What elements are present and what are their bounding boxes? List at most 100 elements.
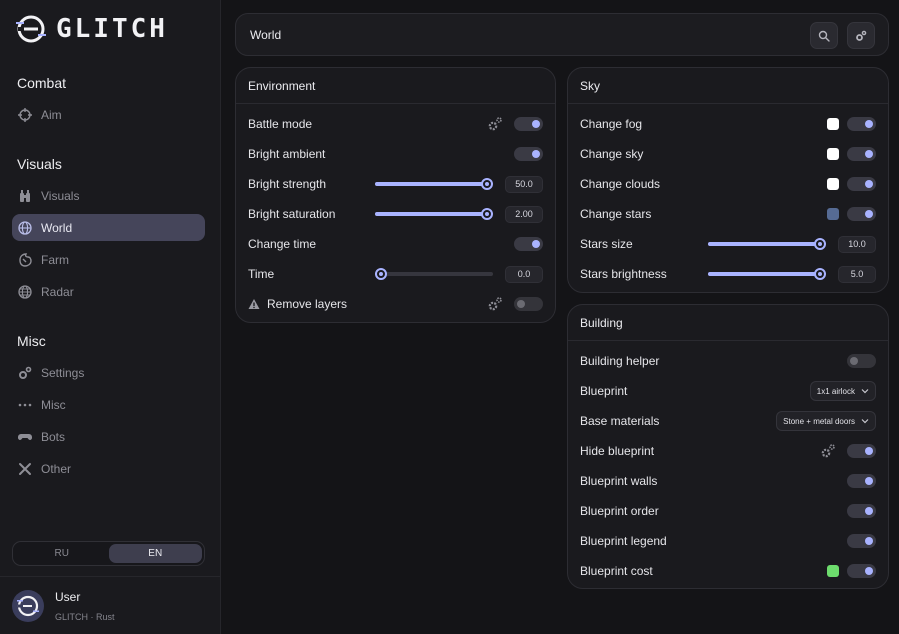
- bright-ambient-toggle[interactable]: [514, 147, 543, 161]
- setting-row-stars-brightness: Stars brightness 5.0: [580, 264, 876, 284]
- gears-icon[interactable]: [820, 443, 836, 459]
- stars-size-value[interactable]: 10.0: [838, 235, 876, 253]
- bright-saturation-slider[interactable]: [375, 207, 493, 221]
- setting-row-change-clouds: Change clouds: [580, 174, 876, 194]
- setting-row-blueprint-legend: Blueprint legend: [580, 531, 876, 551]
- slider-handle[interactable]: [814, 268, 826, 280]
- blueprint-legend-toggle[interactable]: [847, 534, 876, 548]
- sky-panel: Sky Change fog Change sky Change clouds …: [567, 67, 889, 293]
- select-value: Stone + metal doors: [783, 416, 855, 426]
- base-materials-select[interactable]: Stone + metal doors: [776, 411, 876, 431]
- time-slider[interactable]: [375, 267, 493, 281]
- setting-row-change-time: Change time: [248, 234, 543, 254]
- cost-color-swatch[interactable]: [827, 565, 839, 577]
- slider-handle[interactable]: [375, 268, 387, 280]
- section-title-combat: Combat: [17, 75, 67, 91]
- sidebar-item-label: Other: [41, 461, 72, 476]
- globe-icon: [18, 220, 32, 235]
- setting-label: Blueprint cost: [580, 564, 653, 578]
- sky-color-swatch[interactable]: [827, 148, 839, 160]
- topbar: World: [235, 13, 889, 56]
- panel-title: Sky: [568, 68, 888, 104]
- building-helper-toggle[interactable]: [847, 354, 876, 368]
- blueprint-order-toggle[interactable]: [847, 504, 876, 518]
- sidebar-item-label: Radar: [41, 284, 74, 299]
- building-panel: Building Building helper Blueprint 1x1 a…: [567, 304, 889, 589]
- ellipsis-icon: [18, 398, 32, 412]
- language-switch: RU EN: [12, 541, 205, 566]
- sidebar-item-misc[interactable]: Misc: [12, 391, 205, 418]
- setting-row-blueprint-order: Blueprint order: [580, 501, 876, 521]
- sidebar-item-label: World: [41, 220, 73, 235]
- setting-row-hide-blueprint: Hide blueprint: [580, 441, 876, 461]
- slider-handle[interactable]: [481, 178, 493, 190]
- avatar[interactable]: [12, 590, 44, 622]
- setting-row-change-sky: Change sky: [580, 144, 876, 164]
- chevron-down-icon: [861, 389, 869, 394]
- fog-color-swatch[interactable]: [827, 118, 839, 130]
- sidebar-item-aim[interactable]: Aim: [12, 101, 205, 128]
- stars-size-slider[interactable]: [708, 237, 826, 251]
- gears-icon[interactable]: [487, 296, 503, 312]
- sidebar-item-radar[interactable]: Radar: [12, 278, 205, 305]
- search-button[interactable]: [810, 22, 838, 49]
- change-sky-toggle[interactable]: [847, 147, 876, 161]
- sidebar-item-settings[interactable]: Settings: [12, 359, 205, 386]
- section-title-misc: Misc: [17, 333, 46, 349]
- battle-mode-toggle[interactable]: [514, 117, 543, 131]
- sidebar-item-bots[interactable]: Bots: [12, 423, 205, 450]
- setting-row-bright-ambient: Bright ambient: [248, 144, 543, 164]
- change-fog-toggle[interactable]: [847, 117, 876, 131]
- setting-label: Change stars: [580, 207, 652, 221]
- setting-label: Blueprint walls: [580, 474, 658, 488]
- change-time-toggle[interactable]: [514, 237, 543, 251]
- gears-icon: [18, 366, 32, 380]
- change-stars-toggle[interactable]: [847, 207, 876, 221]
- stars-brightness-slider[interactable]: [708, 267, 826, 281]
- blueprint-select[interactable]: 1x1 airlock: [809, 381, 876, 401]
- setting-row-remove-layers: Remove layers: [248, 294, 543, 314]
- bright-saturation-value[interactable]: 2.00: [505, 205, 543, 223]
- sidebar-item-farm[interactable]: Farm: [12, 246, 205, 273]
- stars-brightness-value[interactable]: 5.0: [838, 265, 876, 283]
- setting-row-bright-strength: Bright strength 50.0: [248, 174, 543, 194]
- setting-row-stars-size: Stars size 10.0: [580, 234, 876, 254]
- settings-button[interactable]: [847, 22, 875, 49]
- setting-row-change-stars: Change stars: [580, 204, 876, 224]
- logo-icon: [16, 15, 46, 43]
- bright-strength-slider[interactable]: [375, 177, 493, 191]
- sidebar-item-label: Aim: [41, 107, 62, 122]
- hide-blueprint-toggle[interactable]: [847, 444, 876, 458]
- blueprint-cost-toggle[interactable]: [847, 564, 876, 578]
- sidebar-item-world[interactable]: World: [12, 214, 205, 241]
- stars-color-swatch[interactable]: [827, 208, 839, 220]
- clouds-color-swatch[interactable]: [827, 178, 839, 190]
- setting-row-battle-mode: Battle mode: [248, 114, 543, 134]
- remove-layers-toggle[interactable]: [514, 297, 543, 311]
- gears-icon: [856, 30, 867, 41]
- gears-icon[interactable]: [487, 116, 503, 132]
- language-ru-button[interactable]: RU: [15, 544, 109, 563]
- slider-handle[interactable]: [481, 208, 493, 220]
- blueprint-walls-toggle[interactable]: [847, 474, 876, 488]
- environment-panel: Environment Battle mode Bright ambient B…: [235, 67, 556, 323]
- time-value[interactable]: 0.0: [505, 265, 543, 283]
- slider-handle[interactable]: [814, 238, 826, 250]
- bright-strength-value[interactable]: 50.0: [505, 175, 543, 193]
- sidebar-item-other[interactable]: Other: [12, 455, 205, 482]
- setting-row-blueprint-walls: Blueprint walls: [580, 471, 876, 491]
- setting-label: Blueprint: [580, 384, 628, 398]
- setting-label: Bright ambient: [248, 147, 326, 161]
- tools-icon: [18, 462, 32, 476]
- sidebar-item-label: Settings: [41, 365, 85, 380]
- setting-label: Blueprint legend: [580, 534, 667, 548]
- change-clouds-toggle[interactable]: [847, 177, 876, 191]
- section-title-visuals: Visuals: [17, 156, 62, 172]
- setting-label: Base materials: [580, 414, 660, 428]
- language-en-button[interactable]: EN: [108, 544, 202, 563]
- search-icon: [818, 30, 830, 42]
- gamepad-icon: [18, 430, 32, 444]
- sidebar-item-visuals[interactable]: Visuals: [12, 182, 205, 209]
- binoculars-icon: [18, 189, 32, 203]
- setting-row-blueprint: Blueprint 1x1 airlock: [580, 381, 876, 401]
